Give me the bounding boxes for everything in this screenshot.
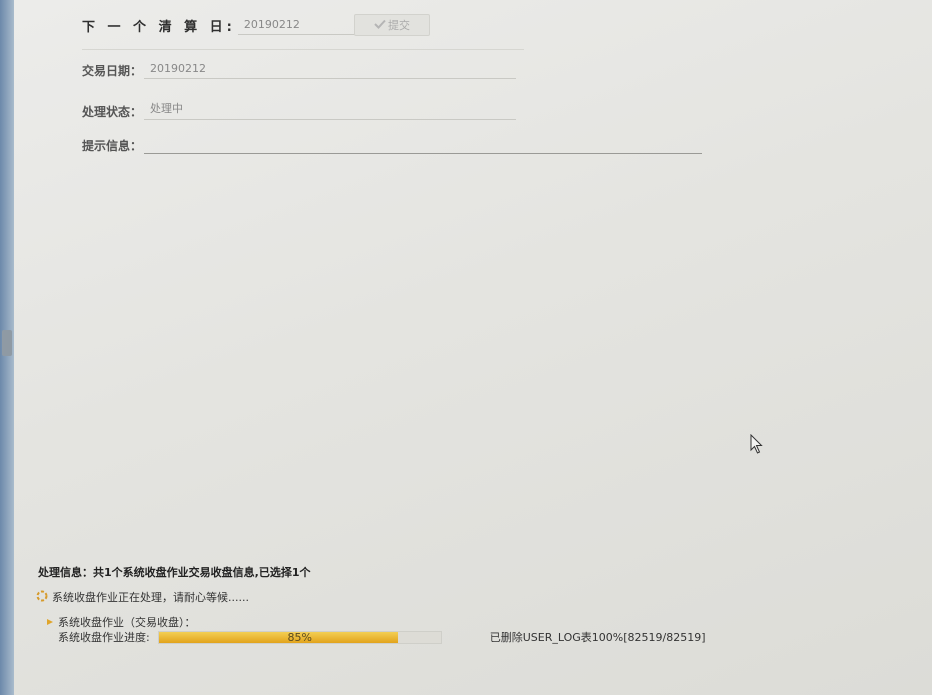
- status-field: 处理中: [144, 100, 517, 120]
- processing-status: 系统收盘作业正在处理，请耐心等候......: [36, 589, 249, 605]
- hint-row: 提示信息：: [82, 137, 703, 154]
- next-date-label: 下 一 个 清 算 日:: [82, 20, 236, 35]
- progress-bar: 85%: [157, 630, 442, 644]
- job-title-row: 系统收盘作业（交易收盘）：: [46, 614, 196, 630]
- processing-message: 系统收盘作业正在处理，请耐心等候......: [52, 591, 249, 604]
- hint-field: [144, 137, 703, 154]
- progress-percent: 85%: [287, 630, 312, 644]
- checkmark-icon: [374, 19, 386, 32]
- trade-date-field: 20190212: [144, 62, 517, 79]
- submit-label: 提交: [388, 19, 410, 32]
- status-label: 处理状态：: [82, 105, 143, 119]
- progress-label: 系统收盘作业进度:: [58, 631, 150, 644]
- next-date-row: 下 一 个 清 算 日: 20190212: [82, 16, 372, 35]
- job-title: 系统收盘作业（交易收盘）：: [58, 616, 196, 629]
- window-edge-strip: [0, 0, 14, 695]
- collapse-handle[interactable]: [2, 330, 12, 356]
- processing-info: 处理信息：共1个系统收盘作业交易收盘信息,已选择1个: [38, 566, 311, 579]
- trade-date-row: 交易日期： 20190212: [82, 62, 517, 79]
- processing-area: 处理信息：共1个系统收盘作业交易收盘信息,已选择1个 系统收盘作业正在处理，请耐…: [14, 548, 932, 695]
- spinner-icon: [36, 590, 48, 605]
- status-row: 处理状态： 处理中: [82, 100, 517, 120]
- trade-date-label: 交易日期：: [82, 64, 143, 78]
- main-panel: 下 一 个 清 算 日: 20190212 提交 交易日期： 20190212 …: [14, 0, 932, 695]
- hint-label: 提示信息：: [82, 139, 143, 153]
- mouse-pointer-icon: [750, 433, 764, 458]
- progress-row: 系统收盘作业进度: 85% 已删除USER_LOG表100%[82519/825…: [58, 629, 706, 645]
- divider: [82, 49, 524, 50]
- progress-detail: 已删除USER_LOG表100%[82519/82519]: [489, 631, 706, 644]
- submit-button[interactable]: 提交: [354, 14, 430, 36]
- next-date-input[interactable]: 20190212: [237, 18, 372, 35]
- triangle-bullet-icon: [46, 616, 54, 629]
